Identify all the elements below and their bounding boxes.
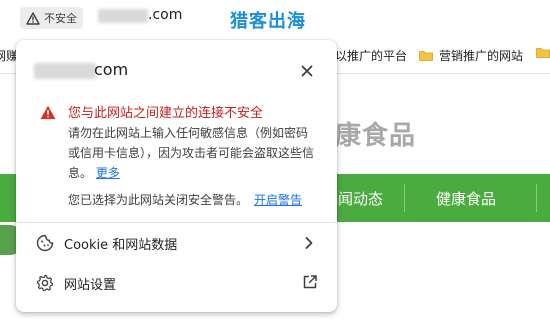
watermark-text: 猎客出海: [230, 11, 306, 32]
warning-triangle-icon: [26, 11, 40, 25]
warning-triangle-icon: [40, 105, 56, 120]
cookie-site-data-row[interactable]: Cookie 和网站数据: [16, 224, 337, 262]
nav-divider: [404, 184, 405, 212]
close-button[interactable]: [296, 60, 318, 82]
site-settings-row[interactable]: 网站设置: [16, 264, 337, 302]
gear-icon: [36, 274, 54, 292]
bookmark-label: 以推广的平台: [335, 49, 408, 63]
bookmark-label: 营销推广的网站: [439, 49, 524, 63]
site-info-popup: com 您与此网站之间建立的连接不安全 请勿在此网站上输入任何敏感信息（例如密码…: [16, 40, 337, 312]
warnings-disabled-text: 您已选择为此网站关闭安全警告。: [68, 193, 249, 207]
popup-domain: com: [94, 60, 129, 79]
bookmark-item[interactable]: 营销推广的网站: [419, 47, 523, 64]
url-host-redacted: [98, 9, 148, 23]
chevron-right-icon: [302, 234, 316, 252]
security-indicator-button[interactable]: 不安全: [20, 7, 83, 29]
learn-more-link[interactable]: 更多: [96, 166, 120, 180]
open-in-new-icon: [302, 274, 318, 290]
security-label: 不安全: [44, 12, 77, 25]
nav-divider: [536, 184, 537, 212]
nav-link-health-food[interactable]: 健康食品: [436, 188, 496, 209]
close-icon: [301, 65, 313, 77]
warning-body: 请勿在此网站上输入任何敏感信息（例如密码或信用卡信息），因为攻击者可能会盗取这些…: [68, 123, 318, 183]
cookie-row-label: Cookie 和网站数据: [64, 238, 178, 253]
bookmark-item[interactable]: 以推广的平台: [335, 47, 407, 64]
site-logo-text[interactable]: 康食品: [335, 115, 416, 152]
warnings-disabled-notice: 您已选择为此网站关闭安全警告。 开启警告: [68, 191, 302, 208]
warning-title: 您与此网站之间建立的连接不安全: [68, 106, 264, 121]
folder-icon: [419, 50, 433, 61]
popup-host-redacted: [34, 63, 96, 79]
address-bar: 不安全 .com 猎客出海: [0, 0, 550, 36]
reenable-warnings-link[interactable]: 开启警告: [254, 193, 302, 207]
bookmark-item[interactable]: [536, 47, 550, 58]
nav-link-news[interactable]: 闻动态: [338, 188, 383, 209]
folder-icon: [536, 47, 550, 58]
divider: [16, 222, 337, 223]
site-settings-label: 网站设置: [64, 278, 117, 293]
url-suffix[interactable]: .com: [148, 7, 182, 23]
cookie-icon: [36, 234, 54, 252]
